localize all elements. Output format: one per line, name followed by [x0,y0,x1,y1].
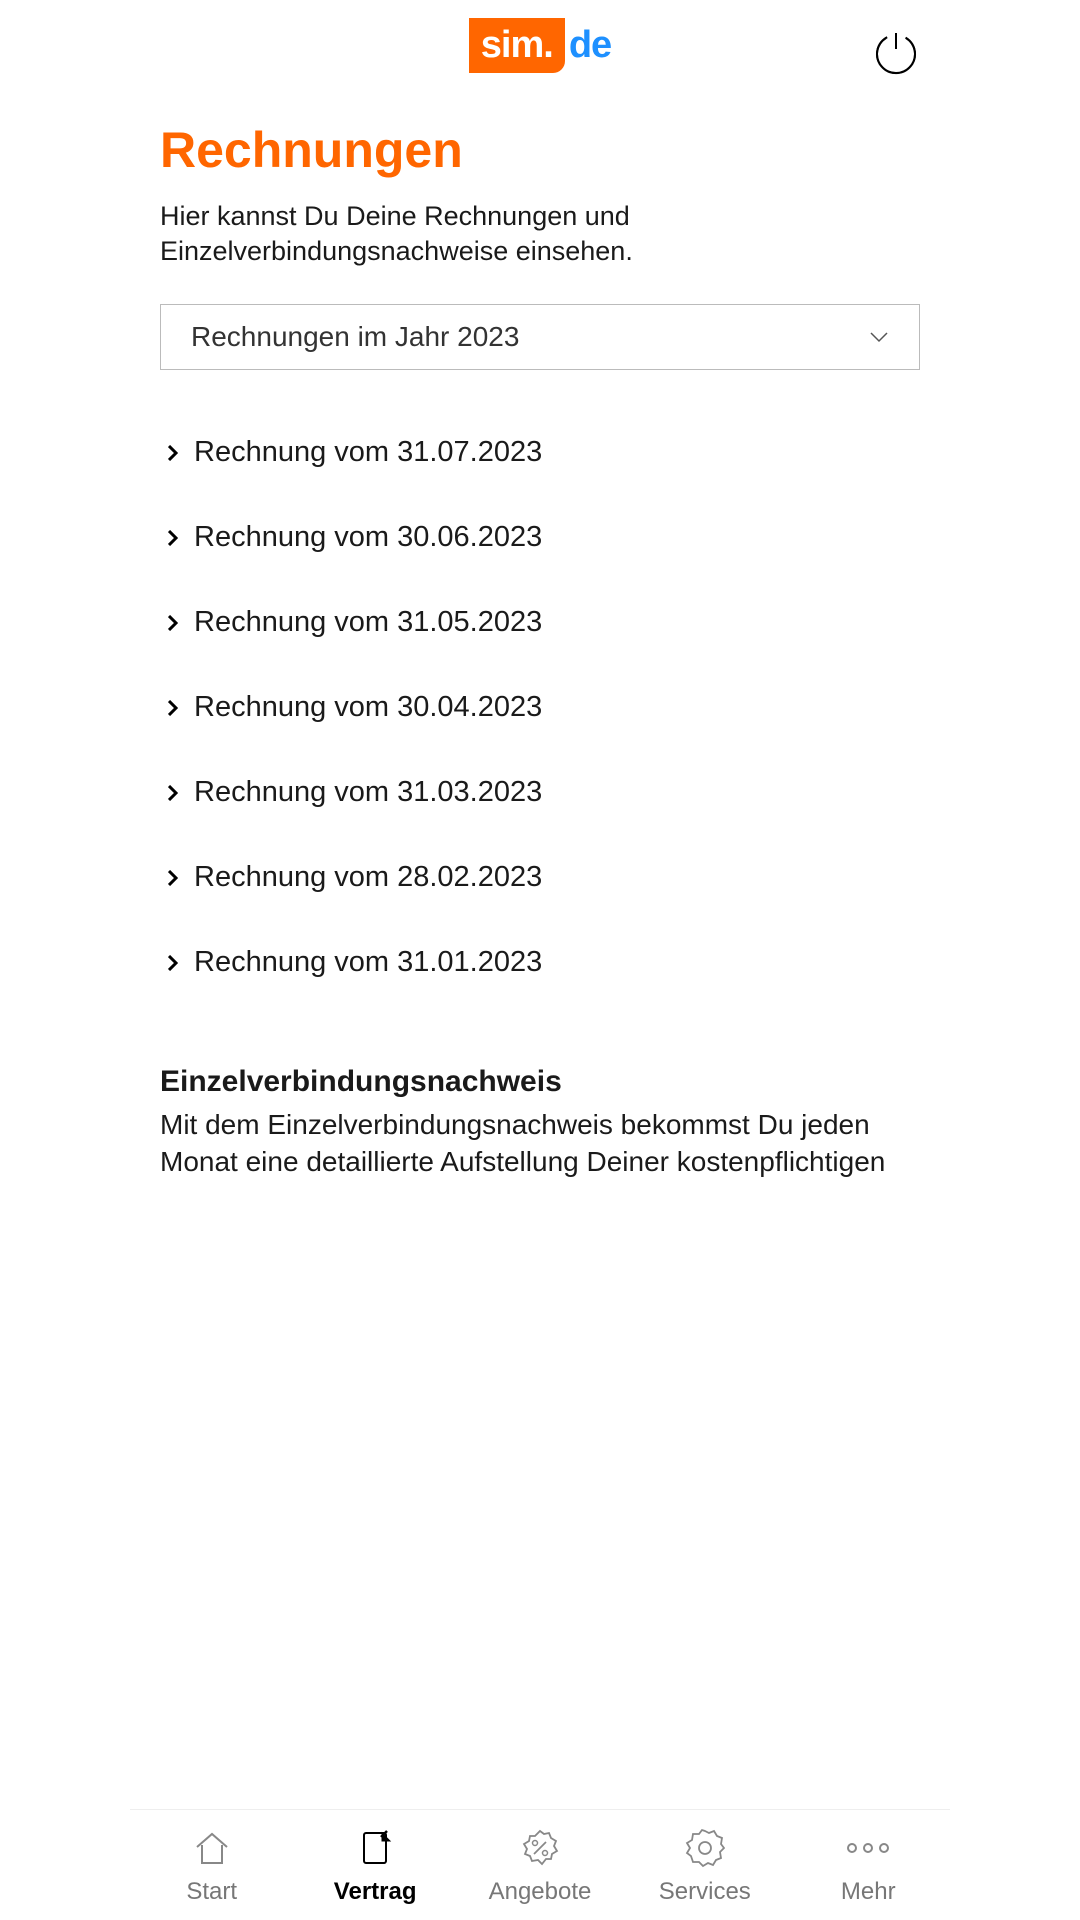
nav-label: Services [659,1878,751,1906]
chevron-right-icon [168,700,178,716]
chevron-right-icon [168,955,178,971]
nav-label: Angebote [489,1878,592,1906]
nav-vertrag[interactable]: Vertrag [325,1828,425,1906]
logo-sim-part: sim. [469,18,565,73]
chevron-down-icon [869,331,889,343]
percent-icon [520,1828,560,1868]
nav-start[interactable]: Start [162,1828,262,1906]
nav-label: Mehr [841,1878,896,1906]
chevron-right-icon [168,445,178,461]
more-icon [847,1828,889,1868]
power-button[interactable] [872,28,920,76]
nav-mehr[interactable]: Mehr [818,1828,918,1906]
invoice-label: Rechnung vom 31.03.2023 [194,776,542,809]
invoice-label: Rechnung vom 30.06.2023 [194,521,542,554]
invoice-item[interactable]: Rechnung vom 28.02.2023 [160,835,920,920]
chevron-right-icon [168,530,178,546]
app-header: sim. de [130,0,950,91]
invoice-list: Rechnung vom 31.07.2023 Rechnung vom 30.… [160,410,920,1005]
invoice-label: Rechnung vom 28.02.2023 [194,861,542,894]
invoice-item[interactable]: Rechnung vom 31.01.2023 [160,920,920,1005]
dropdown-selected-label: Rechnungen im Jahr 2023 [191,321,519,353]
gear-icon [685,1828,725,1868]
chevron-right-icon [168,870,178,886]
invoice-item[interactable]: Rechnung vom 31.05.2023 [160,580,920,665]
invoice-item[interactable]: Rechnung vom 31.07.2023 [160,410,920,495]
nav-label: Vertrag [334,1878,417,1906]
chevron-right-icon [168,785,178,801]
invoice-item[interactable]: Rechnung vom 30.06.2023 [160,495,920,580]
home-icon [192,1828,232,1868]
logo: sim. de [469,18,611,73]
logo-de-part: de [569,24,611,67]
invoice-label: Rechnung vom 31.05.2023 [194,606,542,639]
invoice-label: Rechnung vom 30.04.2023 [194,691,542,724]
main-content: Rechnungen Hier kannst Du Deine Rechnung… [130,91,950,1300]
invoice-label: Rechnung vom 31.01.2023 [194,946,542,979]
year-dropdown[interactable]: Rechnungen im Jahr 2023 [160,304,920,370]
page-subtitle: Hier kannst Du Deine Rechnungen und Einz… [160,199,920,269]
chevron-right-icon [168,615,178,631]
invoice-label: Rechnung vom 31.07.2023 [194,436,542,469]
nav-services[interactable]: Services [655,1828,755,1906]
evn-section-text: Mit dem Einzelverbindungsnachweis bekomm… [160,1107,920,1180]
invoice-item[interactable]: Rechnung vom 30.04.2023 [160,665,920,750]
contract-icon [355,1828,395,1868]
page-title: Rechnungen [160,121,920,179]
nav-label: Start [186,1878,237,1906]
nav-angebote[interactable]: Angebote [489,1828,592,1906]
invoice-item[interactable]: Rechnung vom 31.03.2023 [160,750,920,835]
evn-section-title: Einzelverbindungsnachweis [160,1065,920,1099]
bottom-navigation: Start Vertrag Angebote [130,1809,950,1920]
power-icon [873,29,919,75]
